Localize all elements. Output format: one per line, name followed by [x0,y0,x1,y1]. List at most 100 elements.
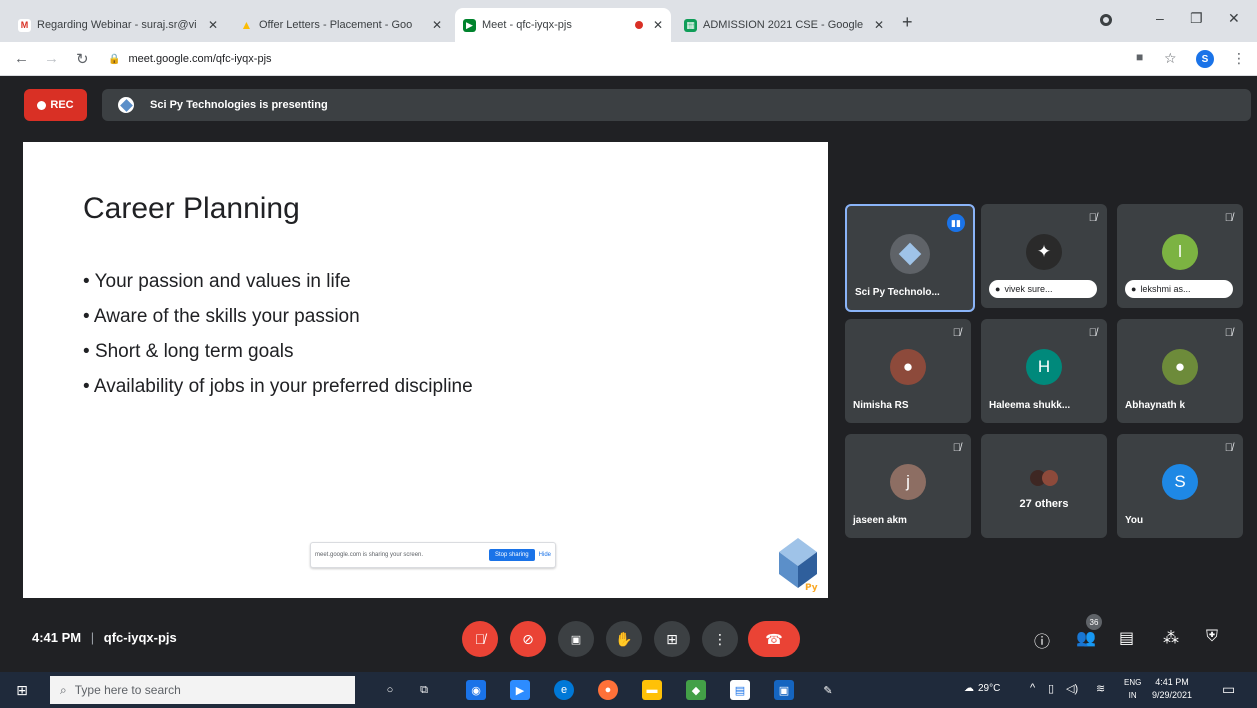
others-avatars [1024,460,1064,496]
tray-chevron-icon[interactable]: ^ [1030,682,1035,694]
url-text: meet.google.com/qfc-iyqx-pjs [128,53,272,65]
new-tab-button[interactable]: + [902,12,913,33]
captions-icon: ▣ [570,633,582,646]
present-button[interactable]: ⊞ [654,621,690,657]
windows-taskbar: ⊞ ⌕ Type here to search ○ ⧉ ◉ ▶ e ● ▬ ◆ … [0,672,1257,708]
people-icon[interactable]: 👥 [1076,628,1096,648]
wifi-icon[interactable]: ≋ [1096,682,1105,695]
app-taskbar-icon[interactable]: ◆ [686,680,706,700]
participant-tile[interactable]: 🎙̸ ● Nimisha RS [845,319,971,423]
participant-name-pill: ● vivek sure... [989,280,1097,298]
person-icon: ● [1131,284,1137,294]
recording-indicator-icon [634,21,643,29]
raise-hand-button[interactable]: ✋ [606,621,642,657]
camera-off-icon: ⊘ [522,630,534,647]
record-extension-icon[interactable] [1100,14,1112,26]
minimize-icon[interactable]: – [1156,10,1164,26]
participant-tile[interactable]: 🎙̸ j jaseen akm [845,434,971,538]
paint-taskbar-icon[interactable]: ✎ [818,680,838,700]
file-explorer-icon[interactable]: ▬ [642,680,662,700]
participant-tile[interactable]: ▮▮ Sci Py Technolo... [845,204,975,312]
slide-bullet: • Availability of jobs in your preferred… [83,376,473,397]
sheets-icon: ▦ [684,18,697,32]
participant-avatar: ✦ [1026,234,1062,270]
chat-icon[interactable]: ▤ [1119,628,1134,648]
close-icon[interactable]: ✕ [432,18,442,32]
mic-off-icon: 🎙̸ [1224,442,1233,454]
others-count: 27 others [1019,498,1069,510]
back-icon[interactable]: ← [14,50,29,67]
close-window-icon[interactable]: ✕ [1228,10,1240,27]
mic-off-icon: 🎙̸ [952,327,961,339]
edge-taskbar-icon[interactable]: e [554,680,574,700]
windows-start-icon[interactable]: ⊞ [12,680,32,700]
tab-sheets[interactable]: ▦ ADMISSION 2021 CSE - Google ✕ [676,8,892,42]
photos-taskbar-icon[interactable]: ▣ [774,680,794,700]
battery-icon[interactable]: ▯ [1048,682,1054,695]
leave-call-button[interactable]: ☎ [748,621,800,657]
tab-drive[interactable]: ▲ Offer Letters - Placement - Goo ✕ [232,8,450,42]
presenting-text: Sci Py Technologies is presenting [150,99,328,111]
host-controls-icon[interactable]: ⛨ [1206,628,1218,646]
participant-tile[interactable]: 🎙̸ ✦ ● vivek sure... [981,204,1107,308]
participant-tile[interactable]: 27 others [981,434,1107,538]
more-options-button[interactable]: ⋮ [702,621,738,657]
task-view-icon[interactable]: ⧉ [414,680,434,700]
volume-icon[interactable]: ◁) [1066,682,1078,695]
participant-avatar: H [1026,349,1062,385]
tab-meet[interactable]: ▶ Meet - qfc-iyqx-pjs ✕ [455,8,671,42]
close-icon[interactable]: ✕ [208,18,218,32]
menu-dots-icon[interactable]: ⋮ [1232,50,1246,67]
star-icon[interactable]: ☆ [1164,50,1177,67]
participant-tile-self[interactable]: 🎙̸ S You [1117,434,1243,538]
meeting-details-icon[interactable]: ⓘ [1034,628,1050,652]
captions-button[interactable]: ▣ [558,621,594,657]
notification-icon[interactable]: ▭ [1222,681,1235,698]
hide-button[interactable]: Hide [539,552,551,558]
participant-avatar: ● [1162,349,1198,385]
rec-label: REC [50,99,74,111]
meet-icon: ▶ [463,18,476,32]
presenter-logo-icon [118,97,134,113]
stop-sharing-button[interactable]: Stop sharing [488,549,535,561]
gmail-icon: M [18,18,31,32]
meeting-info: 4:41 PM | qfc-iyqx-pjs [32,630,177,645]
url-field[interactable]: 🔒 meet.google.com/qfc-iyqx-pjs [108,47,1108,71]
clock-time: 4:41 PM [1155,677,1189,687]
participant-avatar: ● [890,349,926,385]
participant-tile[interactable]: 🎙̸ l ● lekshmi as... [1117,204,1243,308]
mic-toggle-button[interactable]: 🎙̸ [462,621,498,657]
activities-icon[interactable]: ⁂ [1163,628,1179,648]
participant-tile[interactable]: 🎙̸ ● Abhaynath k [1117,319,1243,423]
chrome-taskbar-icon[interactable]: ◉ [466,680,486,700]
language-indicator[interactable]: ENG IN [1124,676,1141,702]
mic-off-icon: 🎙̸ [952,442,961,454]
participant-avatar: l [1162,234,1198,270]
close-icon[interactable]: ✕ [653,18,663,32]
taskbar-search-input[interactable]: ⌕ Type here to search [50,676,355,704]
close-icon[interactable]: ✕ [874,18,884,32]
participant-tile[interactable]: 🎙̸ H Haleema shukk... [981,319,1107,423]
cortana-icon[interactable]: ○ [380,680,400,700]
zoom-taskbar-icon[interactable]: ▶ [510,680,530,700]
participant-name: Abhaynath k [1125,400,1186,411]
camera-permission-icon[interactable]: ■ [1136,50,1143,64]
forward-icon[interactable]: → [44,50,59,67]
hang-up-icon: ☎ [765,630,783,647]
reload-icon[interactable]: ↻ [76,50,89,68]
browser-tab-bar: M Regarding Webinar - suraj.sr@vi ✕ ▲ Of… [0,0,1257,42]
camera-toggle-button[interactable]: ⊘ [510,621,546,657]
drive-icon: ▲ [240,18,253,32]
tab-title: Offer Letters - Placement - Goo [259,19,413,31]
meeting-code: qfc-iyqx-pjs [103,630,177,645]
region-code: IN [1128,691,1137,700]
cloud-icon: ☁ [964,683,974,694]
firefox-taskbar-icon[interactable]: ● [598,680,618,700]
profile-avatar[interactable]: S [1196,50,1214,68]
maximize-icon[interactable]: ❐ [1190,10,1203,27]
system-clock[interactable]: 4:41 PM 9/29/2021 [1152,676,1192,702]
weather-widget[interactable]: ☁ 29°C [964,683,1000,694]
document-taskbar-icon[interactable]: ▤ [730,680,750,700]
tab-gmail[interactable]: M Regarding Webinar - suraj.sr@vi ✕ [10,8,226,42]
weather-temp: 29°C [978,683,1001,694]
